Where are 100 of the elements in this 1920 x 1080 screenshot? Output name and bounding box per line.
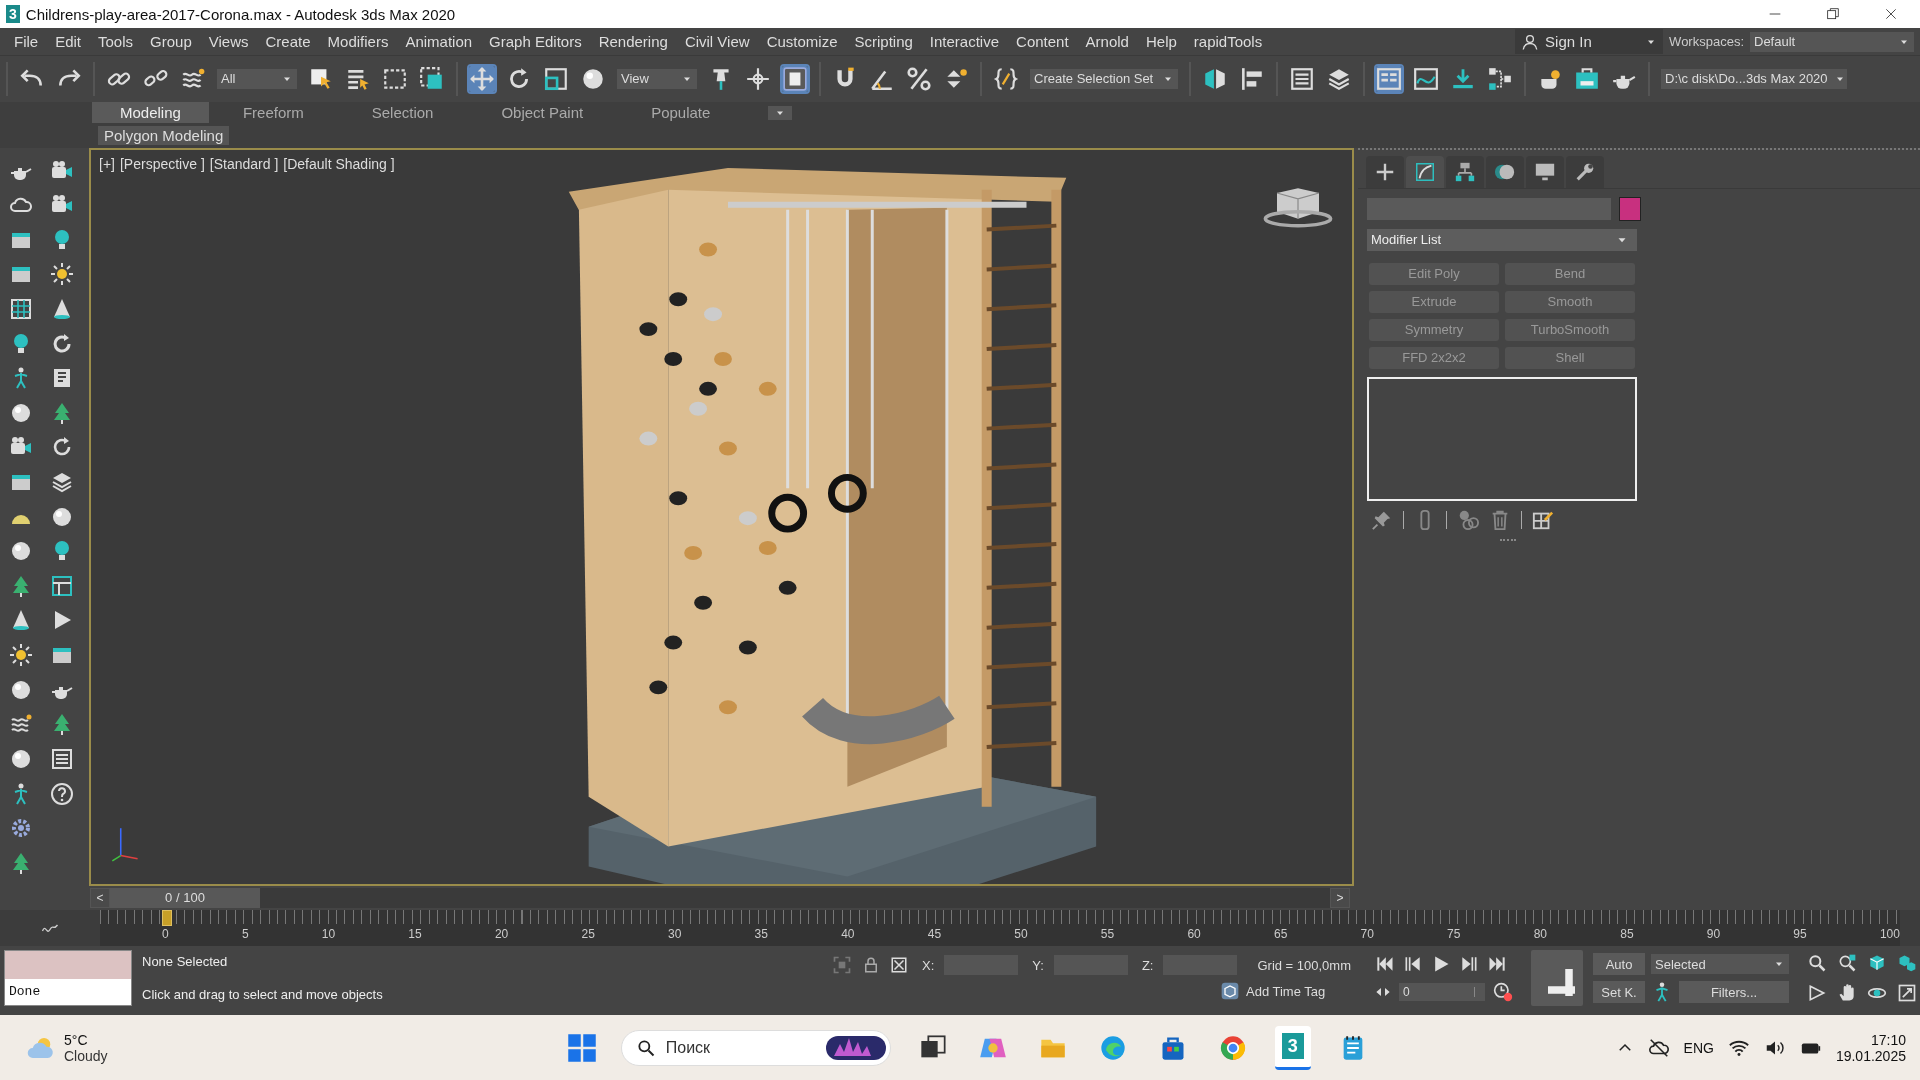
- maxscript-input[interactable]: [5, 951, 131, 980]
- braces-icon[interactable]: [993, 65, 1019, 92]
- viewport-menu-label[interactable]: [Perspective ]: [119, 155, 205, 172]
- named-selection-dropdown[interactable]: Create Selection Set: [1030, 68, 1178, 89]
- zoom-all-icon[interactable]: [1837, 953, 1857, 974]
- move-icon[interactable]: [469, 65, 495, 92]
- menu-item[interactable]: Modifiers: [319, 33, 398, 50]
- menu-item[interactable]: Views: [200, 33, 258, 50]
- menu-item[interactable]: Tools: [90, 33, 143, 50]
- cloud-off-icon[interactable]: [1647, 1036, 1670, 1059]
- menu-item[interactable]: Scripting: [846, 33, 922, 50]
- add-time-tag-button[interactable]: Add Time Tag: [1220, 981, 1326, 1002]
- ribbon-tab[interactable]: Selection: [337, 102, 468, 124]
- auto-key-button[interactable]: Auto: [1593, 953, 1645, 976]
- command-panel-tab[interactable]: [1406, 155, 1444, 188]
- unique-icon[interactable]: [1457, 508, 1479, 531]
- list-icon[interactable]: [50, 746, 74, 771]
- next-frame-button[interactable]: >: [1330, 887, 1350, 908]
- menu-item[interactable]: Customize: [758, 33, 847, 50]
- restore-icon[interactable]: [1825, 6, 1841, 22]
- chrome-browser-icon[interactable]: [1218, 1033, 1247, 1062]
- command-panel-tab[interactable]: [1366, 155, 1404, 188]
- zoom-extents-all-icon[interactable]: [1897, 953, 1917, 974]
- schematic-icon[interactable]: [1487, 65, 1513, 92]
- sun-icon[interactable]: [50, 262, 74, 287]
- menu-item[interactable]: Animation: [397, 33, 482, 50]
- absolute-mode-icon[interactable]: [890, 956, 908, 975]
- object-color-swatch[interactable]: [1619, 196, 1641, 221]
- menu-item[interactable]: Edit: [47, 33, 91, 50]
- language-indicator[interactable]: ENG: [1683, 1039, 1714, 1056]
- ribbon-toggle-icon[interactable]: [1376, 65, 1402, 92]
- maxscript-output[interactable]: Done: [5, 979, 131, 1006]
- close-icon[interactable]: [1883, 6, 1899, 22]
- viewport[interactable]: [+] [Perspective ] [Standard ] [Default Shading ]: [89, 147, 1354, 886]
- command-panel-tab[interactable]: [1446, 155, 1484, 188]
- viewport-menu-label[interactable]: [+]: [99, 155, 115, 172]
- viewport-menu-label[interactable]: [Standard ]: [209, 155, 279, 172]
- clock[interactable]: 17:10 19.01.2025: [1835, 1031, 1906, 1064]
- set-key-mode-button[interactable]: Set K.: [1593, 981, 1645, 1004]
- magnifier-icon[interactable]: [1807, 953, 1827, 974]
- key-filter-dropdown[interactable]: Selected: [1651, 954, 1789, 975]
- edge-browser-icon[interactable]: [1098, 1033, 1127, 1062]
- crosshair-icon[interactable]: [745, 65, 771, 92]
- maximize-viewport-icon[interactable]: [1897, 983, 1917, 1004]
- selection-filter-dropdown[interactable]: All: [217, 68, 297, 89]
- command-panel-tab[interactable]: [1486, 155, 1524, 188]
- ribbon-panel-label[interactable]: Polygon Modeling: [98, 126, 230, 146]
- current-frame-spinner[interactable]: 0: [1399, 983, 1485, 1002]
- menu-item[interactable]: Rendering: [590, 33, 677, 50]
- ribbon-tab[interactable]: Populate: [617, 102, 745, 124]
- menu-item[interactable]: Interactive: [921, 33, 1009, 50]
- list-icon[interactable]: [1289, 65, 1315, 92]
- align-icon[interactable]: [1239, 65, 1265, 92]
- project-folder-dropdown[interactable]: D:\c disk\Do...3ds Max 2020: [1661, 68, 1847, 89]
- sign-in-dropdown[interactable]: Sign In: [1515, 29, 1664, 54]
- hand-icon[interactable]: [1837, 983, 1857, 1004]
- help-icon[interactable]: [50, 781, 74, 806]
- reference-coordinate-dropdown[interactable]: View: [617, 68, 697, 89]
- track-bar[interactable]: 0 5 10 15 20 25 30 35 40 45 50 55 60 65 70 75 80 85 90 95 100: [100, 909, 1900, 946]
- previous-frame-button[interactable]: <: [90, 887, 110, 908]
- lock-icon[interactable]: [862, 956, 880, 975]
- menu-item[interactable]: Help: [1137, 33, 1186, 50]
- menu-item[interactable]: Group: [142, 33, 201, 50]
- taskbar-search-bar[interactable]: Поиск: [620, 1029, 891, 1066]
- grid-icon[interactable]: [9, 297, 33, 321]
- ribbon-options-button[interactable]: [768, 105, 793, 120]
- time-slider-thumb[interactable]: 0 / 100: [110, 887, 260, 908]
- percent-icon[interactable]: [906, 65, 932, 92]
- workspace-dropdown[interactable]: Default: [1750, 31, 1914, 52]
- viewport-menu-label[interactable]: [Default Shading ]: [283, 155, 395, 172]
- menu-item[interactable]: rapidTools: [1185, 33, 1272, 50]
- menu-item[interactable]: File: [6, 33, 48, 50]
- ribbon-tab[interactable]: Object Paint: [467, 102, 618, 124]
- sun-icon[interactable]: [9, 643, 33, 668]
- set-key-button[interactable]: [1531, 950, 1583, 1007]
- menu-item[interactable]: Arnold: [1077, 33, 1138, 50]
- layers-icon[interactable]: [50, 470, 74, 495]
- scale-icon[interactable]: [543, 65, 569, 92]
- menu-item[interactable]: Civil View: [676, 33, 759, 50]
- panel-icon[interactable]: [50, 573, 74, 598]
- menu-item[interactable]: Create: [257, 33, 320, 50]
- key-filters-button[interactable]: Filters...: [1679, 981, 1789, 1004]
- window-select-icon[interactable]: [419, 65, 445, 92]
- windows-logo-icon[interactable]: [566, 1032, 597, 1063]
- render-frame-icon[interactable]: [1574, 65, 1600, 92]
- modifier-stack[interactable]: [1367, 376, 1637, 501]
- command-panel-tab[interactable]: [1566, 155, 1604, 188]
- resize-grip[interactable]: [1500, 538, 1516, 544]
- search-field[interactable]: Поиск: [663, 1037, 818, 1058]
- curve-editor-icon[interactable]: [1413, 65, 1439, 92]
- time-config-icon[interactable]: [1493, 982, 1513, 1003]
- ribbon-tab[interactable]: Freeform: [208, 102, 338, 124]
- modifier-list-dropdown[interactable]: Modifier List: [1367, 228, 1637, 251]
- command-panel-tab[interactable]: [1526, 155, 1564, 188]
- time-slider-track[interactable]: < 0 / 100 >: [90, 887, 1350, 908]
- menu-item[interactable]: Content: [1008, 33, 1078, 50]
- coordinate-label: Z:: [1141, 958, 1154, 973]
- ribbon-tab[interactable]: Modeling: [92, 102, 209, 124]
- menu-item[interactable]: Graph Editors: [481, 33, 591, 50]
- weather-widget[interactable]: 5°C Cloudy: [0, 1031, 322, 1064]
